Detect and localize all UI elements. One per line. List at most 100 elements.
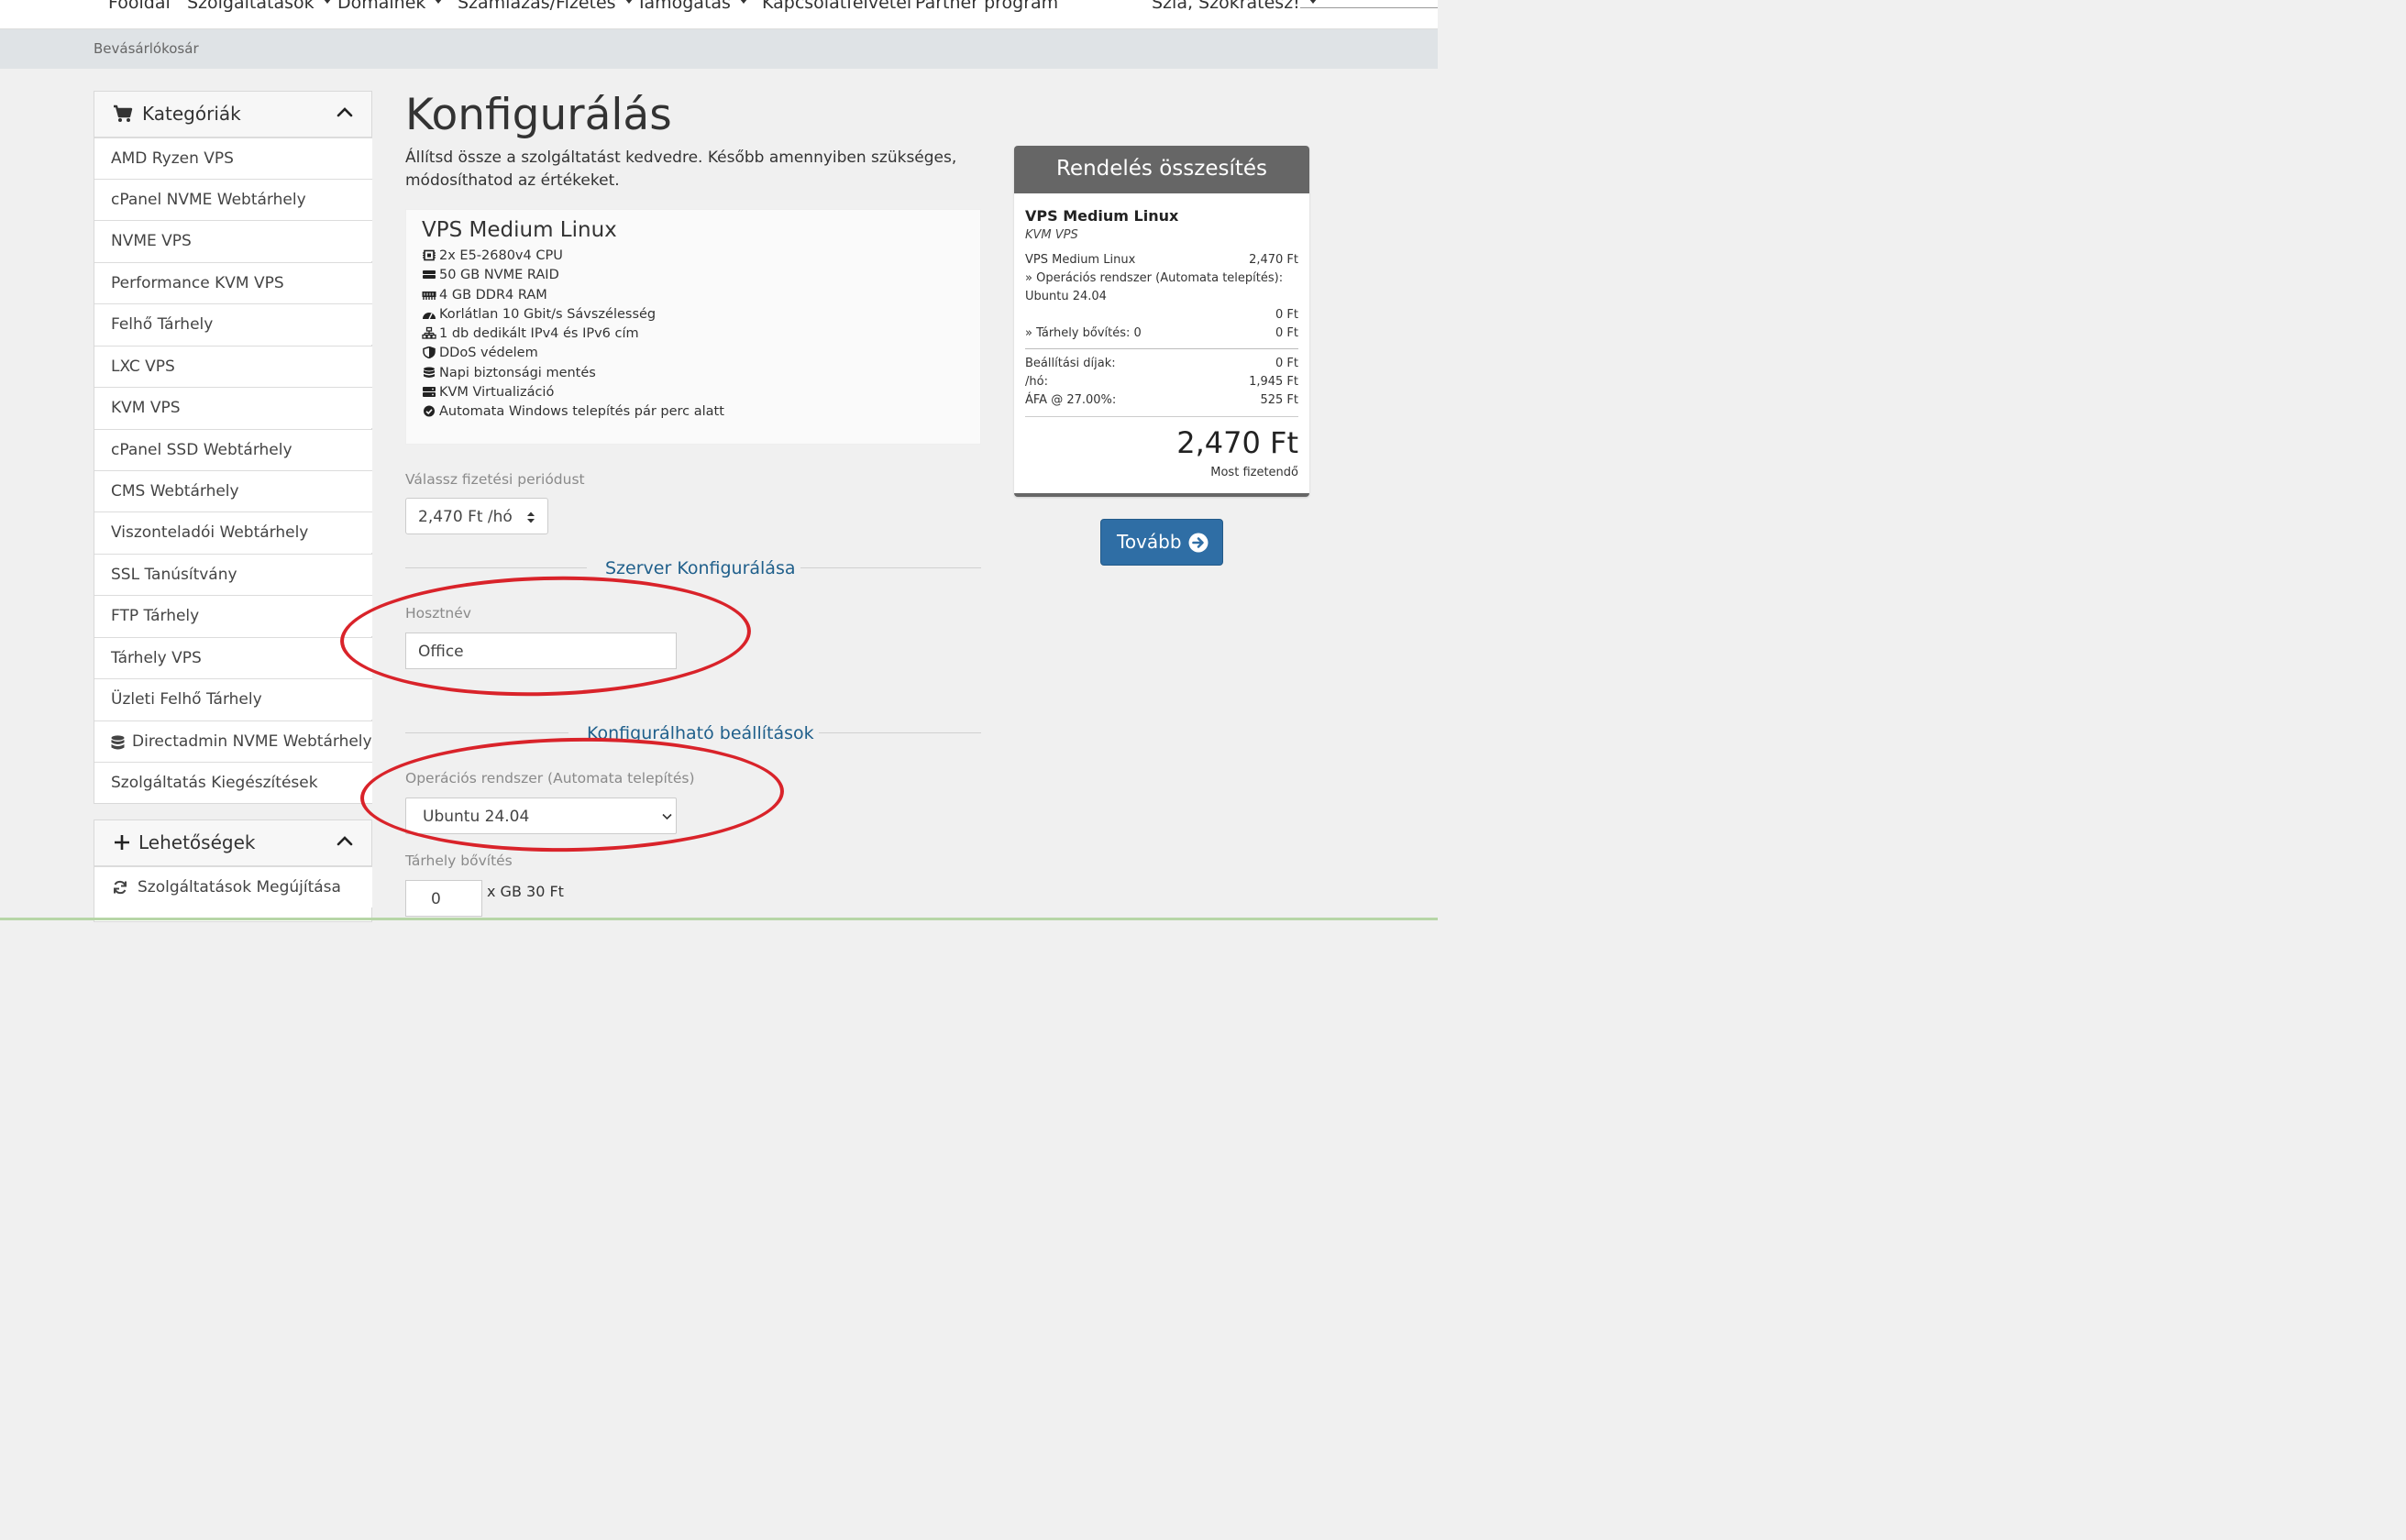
caret-down-icon xyxy=(1308,0,1317,4)
summary-line-storage: » Tárhely bővítés: 0 0 Ft xyxy=(1025,326,1298,340)
nav-item-services[interactable]: Szolgáltatások xyxy=(187,0,331,13)
sidebar-item-storage-vps[interactable]: Tárhely VPS xyxy=(94,637,372,678)
product-info-box: VPS Medium Linux 2x E5-2680v4 CPU 50 GB … xyxy=(405,209,981,445)
options-panel-header[interactable]: Lehetőségek xyxy=(94,820,371,866)
sidebar-item-renew-services[interactable]: Szolgáltatások Megújítása xyxy=(94,866,372,908)
highlight-ellipse-os xyxy=(359,733,786,856)
nav-item-support[interactable]: Támogatás xyxy=(636,0,747,13)
section-divider xyxy=(819,732,981,733)
refresh-icon xyxy=(114,880,127,895)
database-icon xyxy=(111,735,125,750)
chevron-up-icon[interactable] xyxy=(337,106,353,117)
summary-fee-label: ÁFA @ 27.00%: xyxy=(1025,393,1117,407)
sidebar-item-reseller[interactable]: Viszonteladói Webtárhely xyxy=(94,512,372,553)
nav-item-home[interactable]: Főoldal xyxy=(108,0,171,13)
order-summary-header: Rendelés összesítés xyxy=(1014,146,1309,193)
caret-down-icon xyxy=(435,0,443,4)
feature-text: KVM Virtualizáció xyxy=(439,385,555,400)
summary-line-os: » Operációs rendszer (Automata telepítés… xyxy=(1025,271,1284,285)
breadcrumb: Bevásárlókosár xyxy=(0,29,1438,69)
section-divider xyxy=(800,567,981,568)
sidebar-item-cms-hosting[interactable]: CMS Webtárhely xyxy=(94,470,372,512)
sidebar-item-cpanel-ssd[interactable]: cPanel SSD Webtárhely xyxy=(94,429,372,470)
billing-cycle-select[interactable]: 2,470 Ft /hó xyxy=(405,498,548,534)
sidebar-item-label: AMD Ryzen VPS xyxy=(111,149,234,168)
feature-item: Korlátlan 10 Gbit/s Sávszélesség xyxy=(422,307,656,322)
sidebar-item-label: NVME VPS xyxy=(111,232,192,250)
network-icon xyxy=(422,326,436,339)
nav-item-label: Támogatás xyxy=(636,0,731,13)
nav-item-label: Kapcsolatfelvétel xyxy=(762,0,912,13)
plus-icon xyxy=(115,835,129,850)
sidebar-item-addons[interactable]: Szolgáltatás Kiegészítések xyxy=(94,762,372,803)
sidebar-item-kvm-vps[interactable]: KVM VPS xyxy=(94,387,372,428)
billing-cycle-label: Válassz fizetési periódust xyxy=(405,471,585,488)
summary-line-price: 0 Ft xyxy=(1275,308,1298,322)
section-divider xyxy=(405,567,587,568)
order-summary: Rendelés összesítés VPS Medium Linux KVM… xyxy=(1014,146,1309,497)
sidebar-item-label: Tárhely VPS xyxy=(111,649,202,667)
sidebar-item-lxc-vps[interactable]: LXC VPS xyxy=(94,346,372,387)
caret-down-icon xyxy=(624,0,633,4)
sidebar-item-label: SSL Tanúsítvány xyxy=(111,566,237,584)
sidebar-item-label: cPanel SSD Webtárhely xyxy=(111,441,292,459)
nav-item-billing[interactable]: Számlázás/Fizetés xyxy=(458,0,633,13)
feature-text: Korlátlan 10 Gbit/s Sávszélesség xyxy=(439,307,657,322)
sidebar-item-label: FTP Tárhely xyxy=(111,607,200,625)
nav-item-label: Szolgáltatások xyxy=(187,0,315,13)
sidebar-item-business-cloud[interactable]: Üzleti Felhő Tárhely xyxy=(94,678,372,720)
sidebar-item-performance-kvm[interactable]: Performance KVM VPS xyxy=(94,262,372,303)
feature-text: DDoS védelem xyxy=(439,346,538,360)
sidebar-item-label: cPanel NVME Webtárhely xyxy=(111,191,306,209)
summary-line-os-value: Ubuntu 24.04 xyxy=(1025,290,1107,303)
highlight-ellipse-hostname xyxy=(338,571,753,701)
nav-item-contact[interactable]: Kapcsolatfelvétel xyxy=(762,0,911,13)
sidebar-item-nvme-vps[interactable]: NVME VPS xyxy=(94,220,372,261)
categories-panel-header[interactable]: Kategóriák xyxy=(94,92,371,138)
sidebar-item-amd-ryzen-vps[interactable]: AMD Ryzen VPS xyxy=(94,138,372,179)
sidebar-item-label: Szolgáltatások Megújítása xyxy=(138,878,341,896)
summary-line-label: VPS Medium Linux xyxy=(1025,253,1136,267)
nav-item-label: Partner program xyxy=(915,0,1059,13)
summary-total-label: Most fizetendő xyxy=(1210,466,1298,479)
top-navigation: Főoldal Szolgáltatások Domainek Számlázá… xyxy=(0,0,1438,29)
database-icon xyxy=(424,367,435,378)
nav-item-partner[interactable]: Partner program xyxy=(915,0,1058,13)
feature-item: Napi biztonsági mentés xyxy=(422,366,596,380)
summary-setup-fee: Beállítási díjak: 0 Ft xyxy=(1025,357,1298,370)
summary-fee-value: 0 Ft xyxy=(1275,357,1298,370)
summary-fee-label: Beállítási díjak: xyxy=(1025,357,1116,370)
user-menu-label: Szia, Szokratesz! xyxy=(1152,0,1300,13)
categories-title: Kategóriák xyxy=(142,103,241,125)
sidebar-item-label: Felhő Tárhely xyxy=(111,315,214,334)
summary-fee-value: 1,945 Ft xyxy=(1249,375,1298,389)
order-summary-title: Rendelés összesítés xyxy=(1055,157,1268,181)
nav-item-domains[interactable]: Domainek xyxy=(337,0,443,13)
sidebar-item-label: Üzleti Felhő Tárhely xyxy=(111,690,262,709)
feature-item: 4 GB DDR4 RAM xyxy=(422,288,547,302)
storage-quantity-input[interactable]: 0 xyxy=(405,880,482,917)
feature-item: 1 db dedikált IPv4 és IPv6 cím xyxy=(422,326,639,341)
sidebar-item-ftp[interactable]: FTP Tárhely xyxy=(94,595,372,636)
options-panel: Lehetőségek Szolgáltatások Megújítása xyxy=(94,820,372,922)
sidebar-item-label: CMS Webtárhely xyxy=(111,482,239,500)
speed-icon xyxy=(423,312,436,319)
summary-product-name: VPS Medium Linux xyxy=(1025,207,1179,225)
sidebar-item-label: KVM VPS xyxy=(111,399,181,417)
section-divider xyxy=(405,732,568,733)
sidebar-item-cloud-hosting[interactable]: Felhő Tárhely xyxy=(94,303,372,345)
continue-button[interactable]: Tovább xyxy=(1100,519,1223,566)
cpu-icon xyxy=(423,249,436,260)
summary-line-price: 2,470 Ft xyxy=(1249,253,1298,267)
sidebar-item-ssl[interactable]: SSL Tanúsítvány xyxy=(94,554,372,595)
feature-text: Automata Windows telepítés pár perc alat… xyxy=(439,404,724,419)
user-menu[interactable]: Szia, Szokratesz! xyxy=(1152,0,1317,13)
server-icon xyxy=(423,386,436,397)
sidebar-item-cpanel-nvme[interactable]: cPanel NVME Webtárhely xyxy=(94,179,372,220)
sidebar-item-label: LXC VPS xyxy=(111,358,175,376)
sidebar-item-label: Szolgáltatás Kiegészítések xyxy=(111,774,318,792)
summary-vat: ÁFA @ 27.00%: 525 Ft xyxy=(1025,393,1298,407)
chevron-up-icon[interactable] xyxy=(337,835,353,846)
sidebar-item-directadmin[interactable]: Directadmin NVME Webtárhely xyxy=(94,720,372,762)
arrow-right-circle-icon xyxy=(1188,533,1209,553)
